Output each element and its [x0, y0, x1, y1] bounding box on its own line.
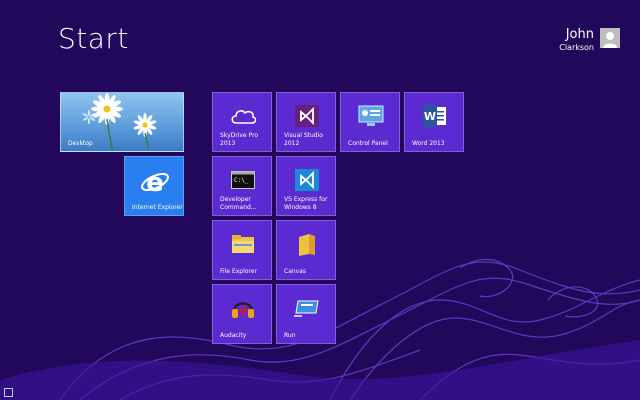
run-icon: [294, 300, 319, 317]
tile-vs-express[interactable]: VS Express for Windows 8: [276, 156, 336, 216]
start-screen: Start John Clarkson Desktop e Internet E…: [0, 0, 640, 400]
tile-label: Audacity: [220, 331, 247, 339]
user-last-name: Clarkson: [559, 43, 594, 52]
visual-studio-icon: [295, 105, 319, 127]
tile-canvas[interactable]: Canvas: [276, 220, 336, 280]
tile-label: Word 2013: [412, 139, 445, 147]
control-panel-icon: [358, 105, 384, 126]
user-avatar-icon: [600, 28, 620, 48]
user-first-name: John: [565, 27, 594, 42]
tile-skydrive-pro[interactable]: SkyDrive Pro 2013: [212, 92, 272, 152]
user-account[interactable]: John Clarkson: [559, 28, 620, 52]
cloud-icon: [231, 110, 256, 124]
internet-explorer-icon: e: [141, 168, 169, 197]
word-icon: W: [423, 105, 446, 127]
svg-text:C:\_: C:\_: [234, 177, 249, 184]
tile-desktop[interactable]: Desktop: [60, 92, 184, 152]
audacity-icon: [232, 302, 254, 318]
tile-developer-command-prompt[interactable]: C:\_ Developer Command...: [212, 156, 272, 216]
tile-file-explorer[interactable]: File Explorer: [212, 220, 272, 280]
tile-label: Desktop: [68, 139, 93, 147]
tile-label: VS Express for Windows 8: [284, 196, 328, 211]
file-explorer-icon: [232, 235, 254, 253]
tile-internet-explorer[interactable]: e Internet Explorer: [124, 156, 184, 216]
tile-word-2013[interactable]: W Word 2013: [404, 92, 464, 152]
tile-visual-studio[interactable]: Visual Studio 2012: [276, 92, 336, 152]
tile-label: Control Panel: [348, 139, 388, 147]
command-prompt-icon: C:\_: [231, 171, 255, 189]
tile-label: Internet Explorer: [132, 203, 183, 211]
tile-label: Run: [284, 331, 296, 339]
tile-audacity[interactable]: Audacity: [212, 284, 272, 344]
tile-label: Canvas: [284, 267, 307, 275]
tile-label: Visual Studio 2012: [284, 132, 323, 147]
start-title: Start: [58, 22, 129, 55]
tile-label: SkyDrive Pro 2013: [220, 132, 259, 147]
folder-icon: [299, 234, 315, 256]
svg-text:e: e: [146, 168, 164, 197]
svg-text:W: W: [424, 110, 436, 123]
tile-label: Developer Command...: [220, 196, 257, 211]
tile-run[interactable]: Run: [276, 284, 336, 344]
zoom-button[interactable]: [4, 388, 13, 397]
tile-label: File Explorer: [220, 267, 257, 275]
tile-control-panel[interactable]: Control Panel: [340, 92, 400, 152]
user-name: John Clarkson: [559, 28, 594, 52]
vs-express-icon: [295, 169, 319, 191]
